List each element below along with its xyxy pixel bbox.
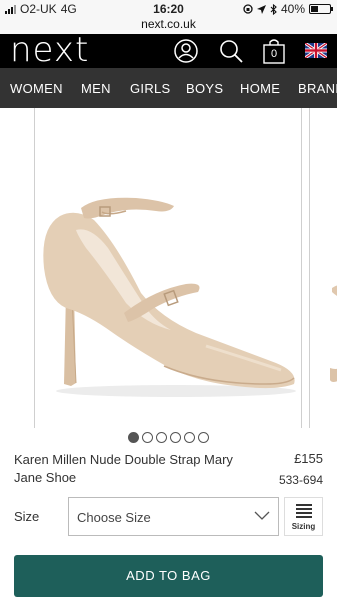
next-logo[interactable]: next xyxy=(10,30,89,70)
nav-item-home[interactable]: HOME xyxy=(240,81,280,96)
uk-flag-icon[interactable] xyxy=(305,43,327,58)
search-icon[interactable] xyxy=(218,38,244,64)
location-icon xyxy=(256,4,266,14)
orientation-lock-icon xyxy=(243,4,253,14)
nav-item-men[interactable]: MEN xyxy=(81,81,111,96)
battery-percent: 40% xyxy=(280,2,305,16)
next-image-peek[interactable] xyxy=(309,108,337,428)
nav-item-boys[interactable]: BOYS xyxy=(186,81,223,96)
product-code: 533-694 xyxy=(278,473,323,487)
next-shoe-image xyxy=(330,285,337,382)
size-label: Size xyxy=(14,509,40,524)
site-header: next 0 xyxy=(0,30,337,70)
carousel-dot[interactable] xyxy=(198,432,209,443)
status-right: 40% xyxy=(243,2,333,16)
bag-count: 0 xyxy=(270,48,278,60)
sizing-label: Sizing xyxy=(291,522,316,531)
bag-button[interactable]: 0 xyxy=(261,37,287,65)
carousel-dot[interactable] xyxy=(156,432,167,443)
carousel-dot[interactable] xyxy=(170,432,181,443)
carousel-dot[interactable] xyxy=(128,432,139,443)
carousel-dot[interactable] xyxy=(184,432,195,443)
product-image xyxy=(43,197,296,397)
size-select-value: Choose Size xyxy=(77,510,151,525)
carousel-dot[interactable] xyxy=(142,432,153,443)
status-bar: O2-UK 4G 16:20 next.co.uk 40% xyxy=(0,0,337,34)
size-select[interactable]: Choose Size xyxy=(68,497,279,536)
product-title: Karen Millen Nude Double Strap Mary Jane… xyxy=(14,452,233,485)
chevron-down-icon xyxy=(254,511,270,520)
bluetooth-icon xyxy=(270,3,277,15)
address-bar[interactable]: next.co.uk xyxy=(0,17,337,31)
sizing-guide-button[interactable]: Sizing xyxy=(284,497,323,536)
product-price: £155 xyxy=(294,451,323,466)
product-gallery[interactable] xyxy=(0,108,337,430)
battery-icon xyxy=(309,4,333,14)
size-guide-icon xyxy=(296,504,312,520)
nav-item-women[interactable]: WOMEN xyxy=(10,81,63,96)
nav-item-brands[interactable]: BRANDS xyxy=(298,81,337,96)
carousel-indicators xyxy=(0,432,337,443)
account-icon[interactable] xyxy=(173,38,199,64)
battery-fill xyxy=(311,6,318,12)
main-nav: WOMEN MEN GIRLS BOYS HOME BRANDS xyxy=(0,68,337,108)
nav-item-girls[interactable]: GIRLS xyxy=(130,81,171,96)
add-to-bag-button[interactable]: ADD TO BAG xyxy=(14,555,323,597)
